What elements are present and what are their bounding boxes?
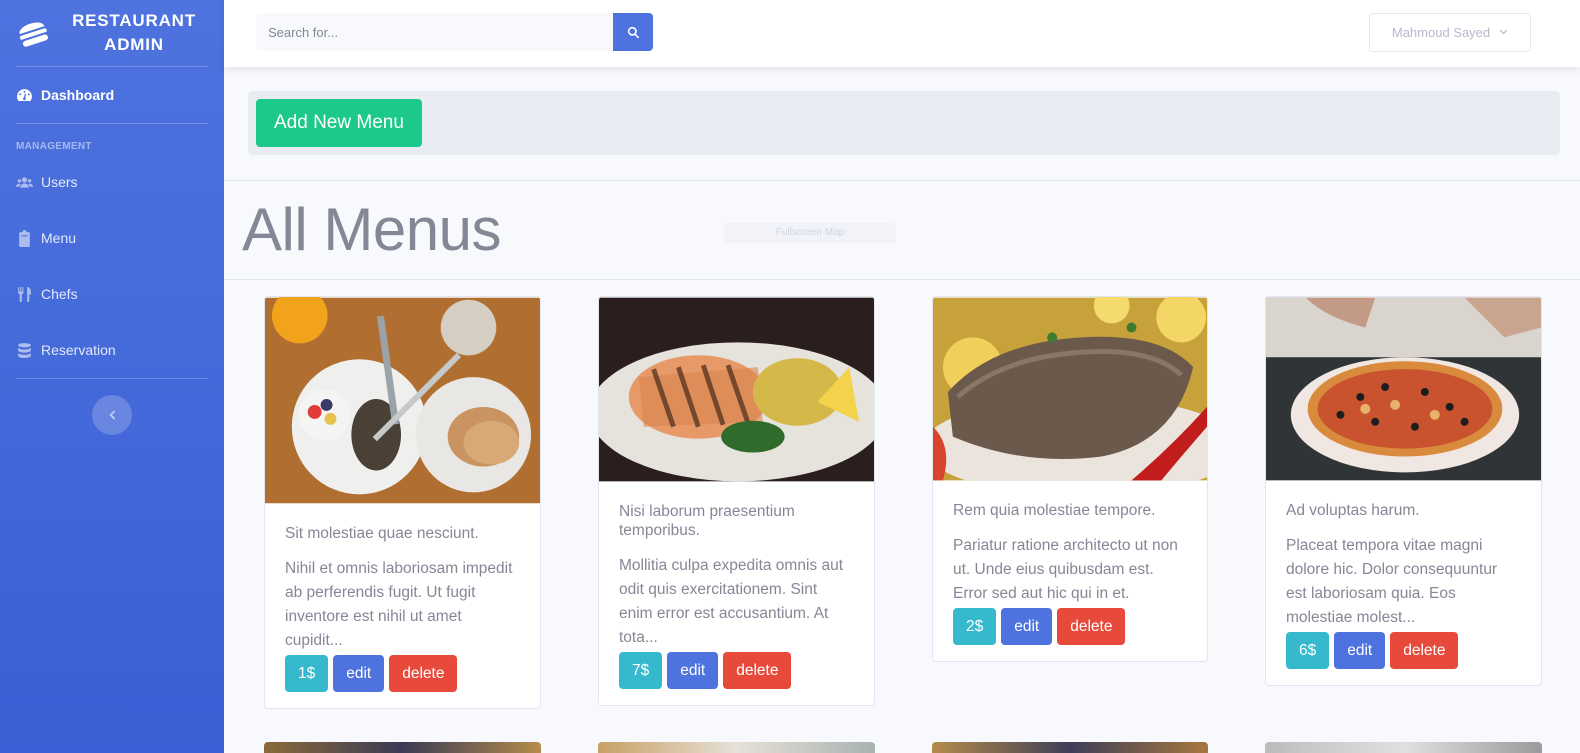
card-body: Ad voluptas harum. Placeat tempora vitae…	[1266, 481, 1541, 669]
card-text: Pariatur ratione architecto ut non ut. U…	[953, 537, 1178, 602]
edit-button[interactable]: edit	[1334, 632, 1386, 669]
card-title: Ad voluptas harum.	[1286, 502, 1420, 519]
user-name: Mahmoud Sayed	[1391, 25, 1491, 40]
add-new-menu-button[interactable]: Add New Menu	[256, 99, 422, 147]
sidebar-item-label: Chefs	[41, 286, 78, 302]
card-actions: 1$ edit delete	[285, 655, 520, 692]
menu-card: Rem quia molestiae tempore. Pariatur rat…	[932, 296, 1208, 662]
sidebar-item-label: Dashboard	[41, 87, 115, 103]
card-text: Mollitia culpa expedita omnis aut odit q…	[619, 557, 844, 646]
edit-button[interactable]: edit	[1001, 608, 1053, 645]
topbar: Mahmoud Sayed	[224, 0, 1580, 67]
sidebar-item-reservation[interactable]: Reservation	[0, 322, 224, 378]
sidebar-item-dashboard[interactable]: Dashboard	[0, 67, 224, 123]
price-badge[interactable]: 6$	[1286, 632, 1330, 669]
edit-button[interactable]: edit	[333, 655, 385, 692]
search-icon	[627, 26, 639, 38]
users-icon	[16, 176, 33, 188]
chevron-left-icon	[109, 410, 116, 420]
sidebar-item-label: Menu	[41, 230, 77, 246]
menu-card: Sit molestiae quae nesciunt. Nihil et om…	[264, 296, 541, 709]
search-form	[256, 13, 653, 51]
card-body: Sit molestiae quae nesciunt. Nihil et om…	[265, 504, 540, 692]
card-title: Sit molestiae quae nesciunt.	[285, 525, 479, 542]
brand[interactable]: RESTAURANT ADMIN	[0, 0, 224, 66]
menu-card: Ad voluptas harum. Placeat tempora vitae…	[1265, 296, 1542, 686]
card-text: Nihil et omnis laboriosam impedit ab per…	[285, 560, 513, 649]
sidebar-item-users[interactable]: Users	[0, 154, 224, 210]
delete-button[interactable]: delete	[1390, 632, 1459, 669]
brand-line-2: ADMIN	[104, 35, 164, 54]
price-badge[interactable]: 1$	[285, 655, 329, 692]
edit-button[interactable]: edit	[667, 652, 719, 689]
sidebar-item-chefs[interactable]: Chefs	[0, 266, 224, 322]
menu-image-salmon	[599, 297, 874, 482]
title-band: All Menus Fullscreen Map	[224, 180, 1580, 280]
card-actions: 6$ edit delete	[1286, 632, 1521, 669]
card-title: Nisi laborum praesentium temporibus.	[619, 503, 795, 539]
clipboard-icon	[19, 229, 30, 247]
menu-image-breakfast	[265, 297, 540, 504]
next-row-card-peek	[264, 742, 541, 753]
next-row-card-peek	[1265, 742, 1542, 753]
sidebar-toggle-button[interactable]	[92, 395, 132, 435]
ghost-tooltip: Fullscreen Map	[724, 223, 896, 243]
tachometer-icon	[17, 88, 32, 101]
card-body: Nisi laborum praesentium temporibus. Mol…	[599, 482, 874, 689]
card-actions: 2$ edit delete	[953, 608, 1187, 645]
chevron-down-icon	[1500, 29, 1508, 35]
sidebar-heading: MANAGEMENT	[16, 141, 92, 152]
menu-image-steak	[933, 297, 1207, 481]
card-title: Rem quia molestiae tempore.	[953, 502, 1156, 519]
sidebar-item-label: Reservation	[41, 342, 116, 358]
action-bar: Add New Menu	[248, 91, 1560, 155]
page-title: All Menus	[242, 196, 501, 263]
utensils-icon	[18, 286, 31, 302]
menu-card: Nisi laborum praesentium temporibus. Mol…	[598, 296, 875, 706]
sidebar: RESTAURANT ADMIN Dashboard MANAGEMENT Us…	[0, 0, 224, 753]
price-badge[interactable]: 2$	[953, 608, 997, 645]
card-actions: 7$ edit delete	[619, 652, 854, 689]
next-row-card-peek	[598, 742, 875, 753]
search-input[interactable]	[256, 13, 613, 51]
delete-button[interactable]: delete	[389, 655, 458, 692]
brand-line-1: RESTAURANT	[72, 11, 196, 30]
card-body: Rem quia molestiae tempore. Pariatur rat…	[933, 481, 1207, 645]
database-icon	[18, 342, 31, 358]
delete-button[interactable]: delete	[1057, 608, 1126, 645]
card-text: Placeat tempora vitae magni dolore hic. …	[1286, 537, 1498, 626]
sidebar-item-label: Users	[41, 174, 78, 190]
delete-button[interactable]: delete	[723, 652, 792, 689]
search-button[interactable]	[613, 13, 653, 51]
brand-text: RESTAURANT ADMIN	[50, 9, 224, 57]
menu-image-pizza	[1266, 297, 1541, 481]
sidebar-item-menu[interactable]: Menu	[0, 210, 224, 266]
sidebar-divider	[16, 378, 208, 379]
next-row-card-peek	[932, 742, 1208, 753]
user-dropdown[interactable]: Mahmoud Sayed	[1369, 13, 1531, 52]
price-badge[interactable]: 7$	[619, 652, 663, 689]
hamburger-icon	[19, 22, 48, 47]
